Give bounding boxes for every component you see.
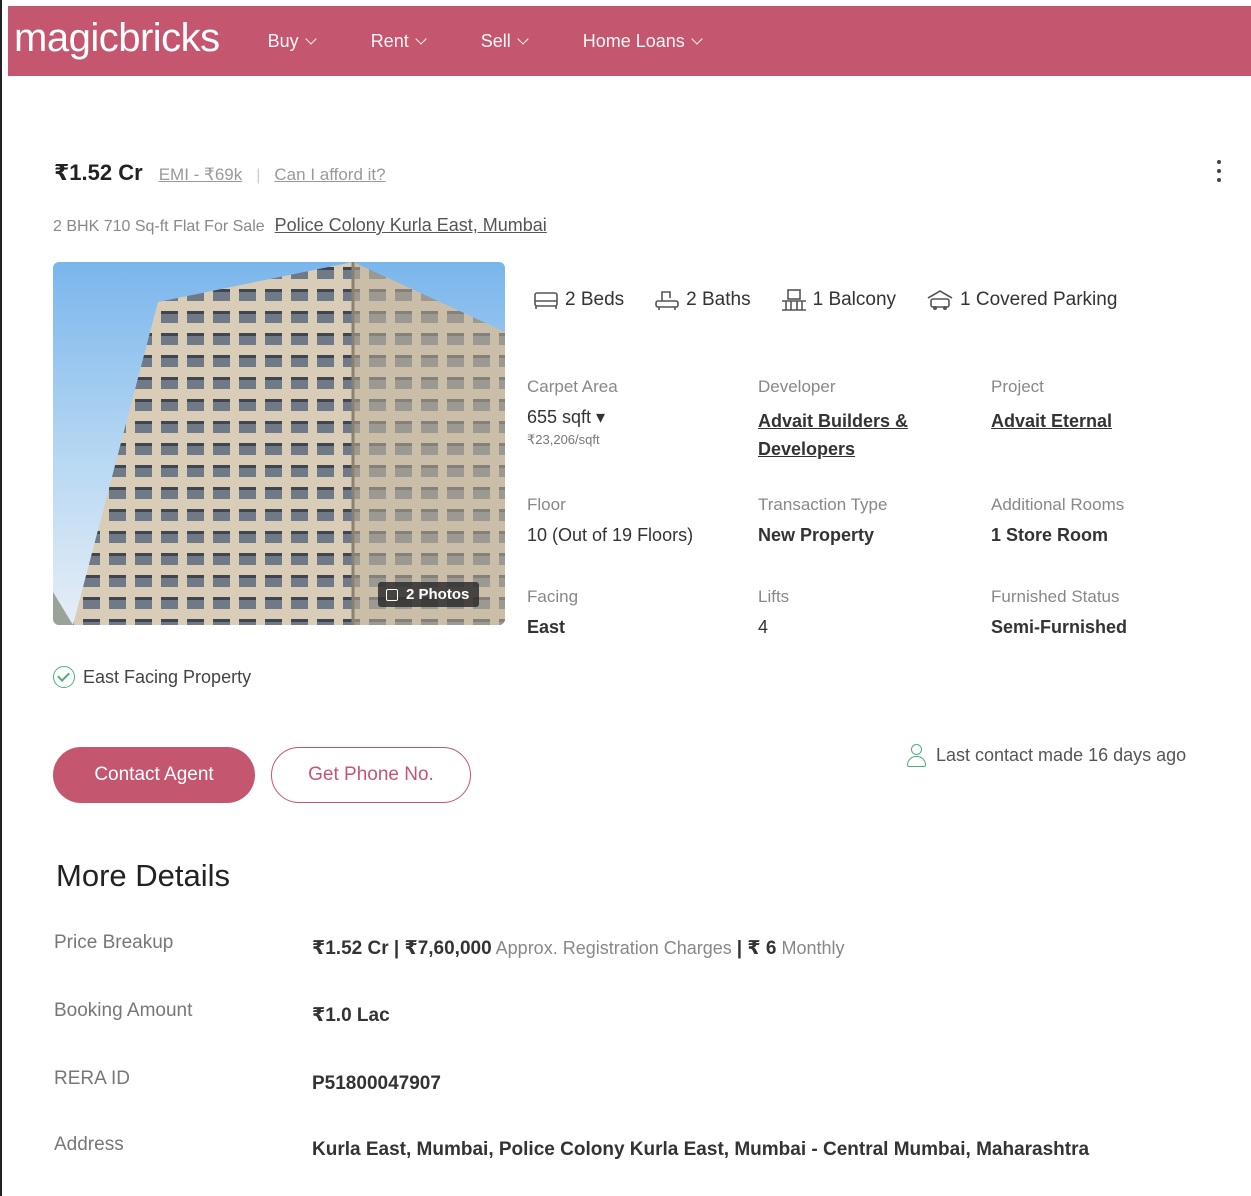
- chevron-down-icon: [305, 32, 317, 45]
- attr-label: Developer: [758, 377, 836, 396]
- detail-value: Kurla East, Mumbai, Police Colony Kurla …: [312, 1139, 1090, 1160]
- monthly-amount: | ₹ 6: [736, 938, 777, 959]
- attr-label: Furnished Status: [991, 587, 1120, 606]
- car-icon: [927, 290, 953, 310]
- nav-label: Rent: [370, 30, 409, 51]
- attr-label: Additional Rooms: [991, 495, 1125, 514]
- attr-label: Lifts: [758, 587, 790, 606]
- main-nav: Buy Rent Sell Home Loans: [268, 31, 757, 52]
- detail-row-rera-id: RERA ID P51800047907: [54, 1068, 441, 1100]
- attr-label: Project: [991, 377, 1044, 396]
- chevron-down-icon: [517, 32, 529, 45]
- photos-count-label: 2 Photos: [406, 586, 470, 603]
- attr-value: New Property: [758, 525, 875, 545]
- gallery-icon: [386, 588, 398, 601]
- attr-value: East: [527, 617, 566, 637]
- listing-title: 2 BHK 710 Sq-ft Flat For Sale: [53, 218, 265, 235]
- detail-row-booking-amount: Booking Amount ₹1.0 Lac: [54, 1000, 390, 1032]
- east-facing-chip: East Facing Property: [53, 666, 251, 688]
- detail-key: Address: [54, 1134, 124, 1155]
- more-options-icon[interactable]: [1209, 156, 1229, 186]
- amenity-beds: 2 Beds: [533, 289, 624, 311]
- attr-furnished-status: Furnished Status Semi-Furnished: [991, 587, 1127, 638]
- attr-floor: Floor 10 (Out of 19 Floors): [527, 495, 693, 546]
- project-link[interactable]: Advait Eternal: [991, 407, 1112, 435]
- nav-label: Buy: [267, 30, 299, 51]
- chevron-down-icon: [691, 32, 703, 45]
- registration-label: Approx. Registration Charges: [491, 938, 737, 958]
- amenity-label: 1 Covered Parking: [960, 289, 1118, 310]
- bath-icon: [655, 291, 679, 310]
- attr-value: 1 Store Room: [991, 525, 1109, 545]
- last-contact-info: Last contact made 16 days ago: [906, 744, 1187, 767]
- detail-value: ₹1.52 Cr | ₹7,60,000 Approx. Registratio…: [312, 932, 845, 965]
- attr-carpet-area: Carpet Area 655 sqft ▾ ₹23,206/sqft: [527, 377, 618, 448]
- amenity-baths: 2 Baths: [654, 289, 751, 311]
- attr-value: 4: [758, 617, 769, 637]
- carpet-area-dropdown[interactable]: 655 sqft ▾: [527, 407, 618, 428]
- more-details-heading: More Details: [56, 858, 230, 893]
- last-contact-text: Last contact made 16 days ago: [936, 744, 1187, 765]
- price-row: ₹1.52 Cr EMI - ₹69k | Can I afford it?: [54, 160, 386, 186]
- nav-label: Home Loans: [582, 30, 685, 51]
- attr-label: Transaction Type: [758, 495, 888, 514]
- attr-transaction-type: Transaction Type New Property: [758, 495, 887, 546]
- attr-facing: Facing East: [527, 587, 578, 638]
- emi-link[interactable]: EMI - ₹69k: [159, 165, 243, 185]
- locality-link[interactable]: Police Colony Kurla East, Mumbai: [275, 215, 547, 236]
- monthly-label: Monthly: [776, 938, 845, 958]
- afford-link[interactable]: Can I afford it?: [274, 165, 385, 185]
- developer-link[interactable]: Advait Builders & Developers: [758, 407, 948, 463]
- building-image: [53, 262, 505, 625]
- property-photo[interactable]: 2 Photos: [53, 262, 505, 625]
- attr-label: Facing: [527, 587, 579, 606]
- nav-item-sell[interactable]: Sell: [480, 30, 529, 52]
- attr-developer: Developer Advait Builders & Developers: [758, 377, 948, 463]
- facing-chip-label: East Facing Property: [83, 666, 252, 687]
- contact-agent-button[interactable]: Contact Agent: [53, 747, 255, 803]
- detail-value: ₹1.0 Lac: [312, 1005, 390, 1026]
- attr-value: 10 (Out of 19 Floors): [527, 525, 694, 545]
- attr-lifts: Lifts 4: [758, 587, 789, 638]
- magicbricks-logo[interactable]: magicbricks: [14, 16, 220, 61]
- amenity-label: 2 Beds: [565, 289, 625, 310]
- attr-label: Carpet Area: [527, 377, 618, 396]
- detail-key: Booking Amount: [54, 1000, 193, 1021]
- attr-label: Floor: [527, 495, 566, 514]
- chevron-down-icon: [415, 32, 427, 45]
- separator: |: [256, 167, 261, 184]
- balcony-icon: [781, 289, 806, 311]
- amenity-label: 2 Baths: [686, 289, 751, 310]
- amenity-label: 1 Balcony: [812, 289, 897, 310]
- amenity-balcony: 1 Balcony: [781, 288, 896, 312]
- nav-item-buy[interactable]: Buy: [267, 30, 317, 52]
- detail-value: P51800047907: [312, 1073, 441, 1094]
- user-icon: [906, 744, 926, 767]
- attr-project: Project Advait Eternal: [991, 377, 1112, 435]
- attr-additional-rooms: Additional Rooms 1 Store Room: [991, 495, 1124, 546]
- amenity-parking: 1 Covered Parking: [926, 289, 1117, 311]
- nav-item-home-loans[interactable]: Home Loans: [582, 30, 703, 52]
- detail-row-address: Address Kurla East, Mumbai, Police Colon…: [54, 1134, 1132, 1166]
- attr-value: Semi-Furnished: [991, 617, 1128, 637]
- top-navbar: magicbricks Buy Rent Sell Home Loans: [8, 6, 1251, 76]
- detail-key: Price Breakup: [54, 932, 174, 953]
- nav-label: Sell: [480, 30, 511, 51]
- get-phone-button[interactable]: Get Phone No.: [271, 747, 471, 803]
- detail-key: RERA ID: [54, 1068, 131, 1089]
- listing-subtitle: 2 BHK 710 Sq-ft Flat For Sale Police Col…: [53, 215, 547, 236]
- amenities-row: 2 Beds 2 Baths 1 Balcony 1 Covered Parki…: [533, 288, 1117, 312]
- check-circle-icon: [53, 666, 75, 688]
- price-per-sqft: ₹23,206/sqft: [527, 432, 600, 447]
- detail-row-price-breakup: Price Breakup ₹1.52 Cr | ₹7,60,000 Appro…: [54, 932, 845, 965]
- photos-count-badge[interactable]: 2 Photos: [378, 582, 480, 607]
- price-breakup-amount: ₹1.52 Cr | ₹7,60,000: [312, 938, 492, 959]
- listing-price: ₹1.52 Cr: [54, 160, 143, 185]
- nav-item-rent[interactable]: Rent: [370, 30, 427, 52]
- bed-icon: [534, 292, 558, 309]
